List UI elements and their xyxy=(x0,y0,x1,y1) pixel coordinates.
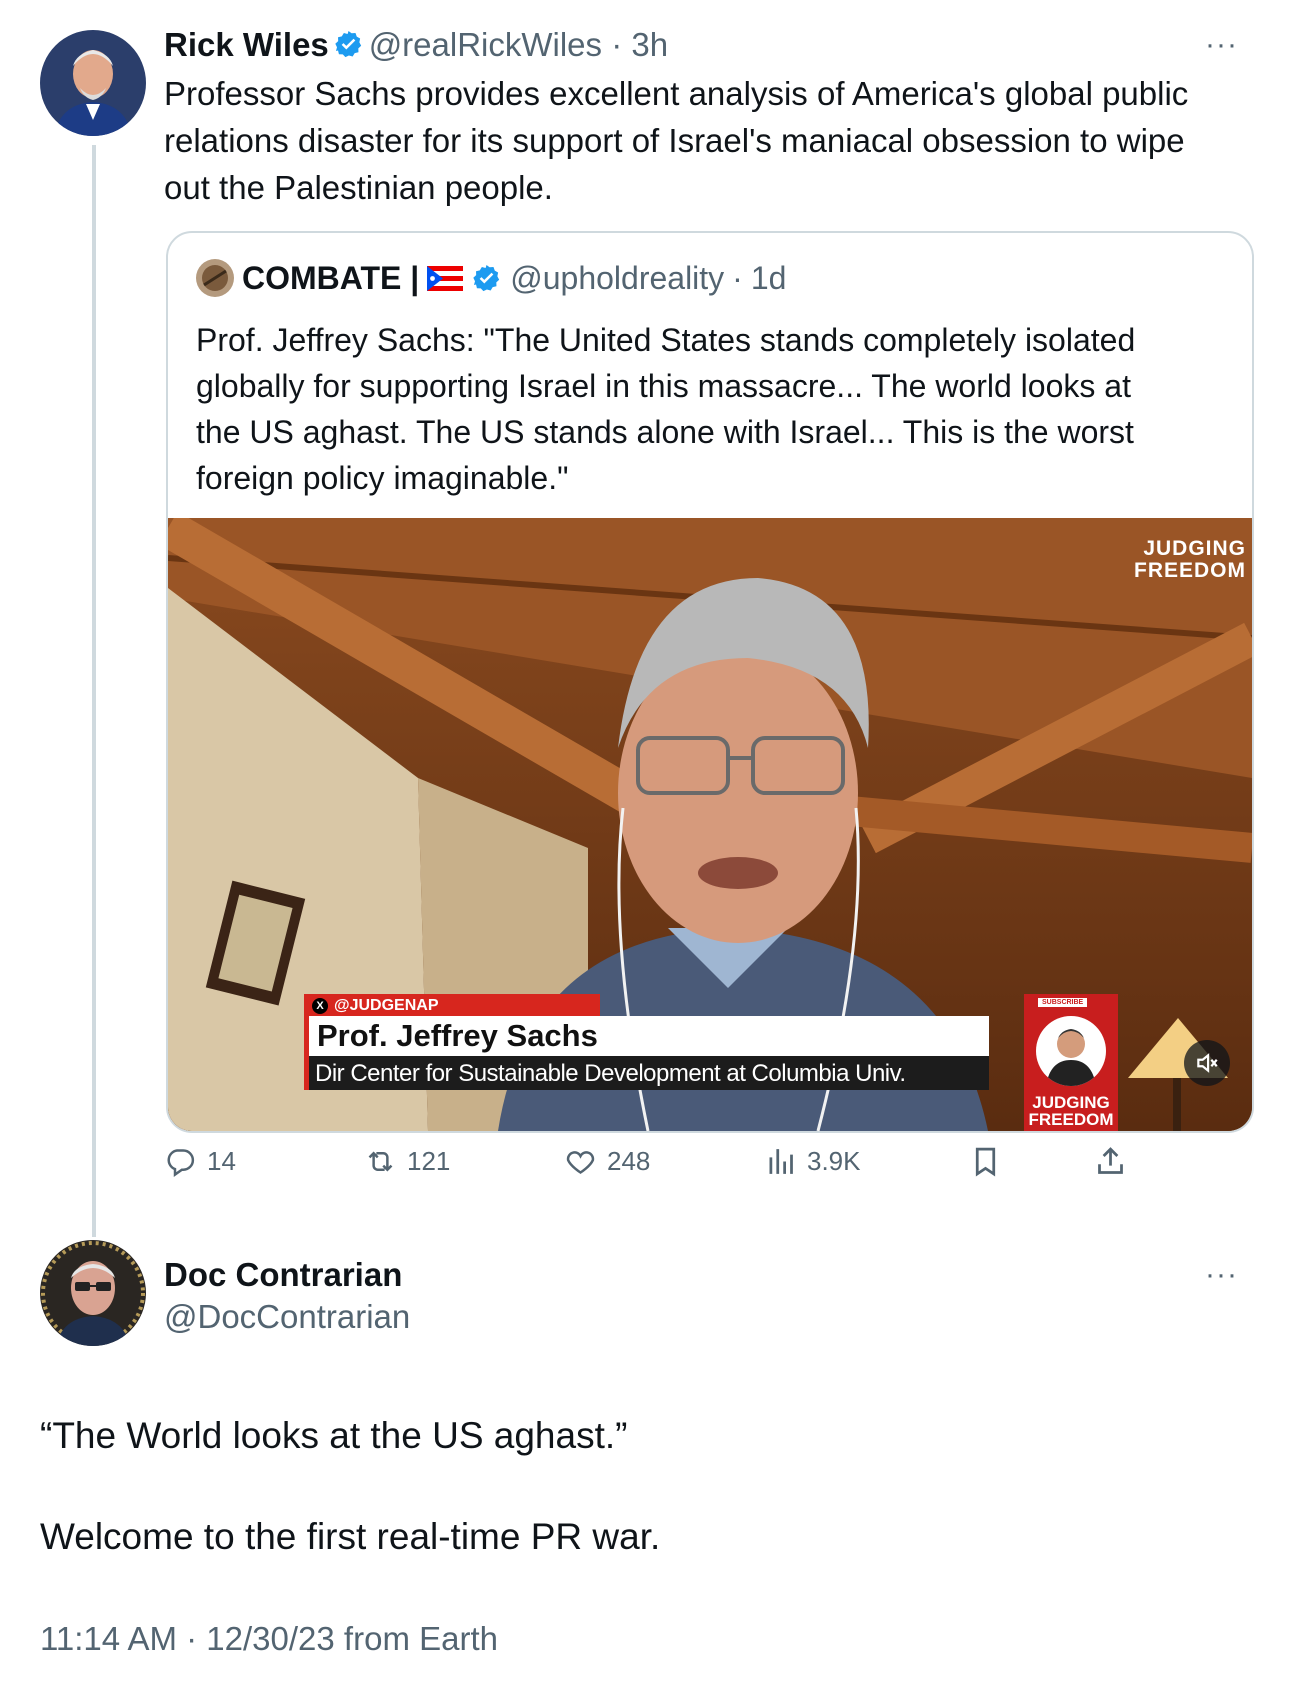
verified-badge-icon xyxy=(471,263,502,294)
badge-line: FREEDOM xyxy=(1028,1110,1114,1129)
repost-arrows-icon xyxy=(368,1151,393,1172)
share-button[interactable] xyxy=(1094,1145,1127,1178)
reply-author-name[interactable]: Doc Contrarian xyxy=(164,1256,402,1294)
views-button[interactable]: 3.9K xyxy=(764,1145,861,1178)
reply-author-handle[interactable]: @DocContrarian xyxy=(164,1298,410,1336)
quote-header: COMBATE | @upholdreality · 1d xyxy=(196,259,786,297)
verified-badge-icon xyxy=(333,29,364,60)
reply-paragraph: Welcome to the first real-time PR war. xyxy=(40,1516,661,1557)
quote-text-line: Prof. Jeffrey Sachs: "The United States … xyxy=(196,322,1136,358)
watermark-line: JUDGING xyxy=(1143,537,1246,560)
reply-count: 14 xyxy=(207,1146,236,1176)
video-player[interactable]: JUDGING FREEDOM X @JUDGENAP Prof. Jeffre… xyxy=(168,518,1252,1131)
separator-dot: · xyxy=(602,26,632,63)
post-text-line: Professor Sachs provides excellent analy… xyxy=(164,75,1189,112)
rick-wiles-avatar[interactable] xyxy=(40,30,146,136)
bar-chart-icon xyxy=(769,1149,793,1174)
post-header: Rick Wiles @realRickWiles · 3h xyxy=(164,26,668,64)
lower-third-name-bar: Prof. Jeffrey Sachs xyxy=(304,1016,989,1056)
subscribe-label: SUBSCRIBE xyxy=(1038,998,1088,1007)
lower-third-tag: X @JUDGENAP xyxy=(304,994,600,1018)
quoted-post-card[interactable]: COMBATE | @upholdreality · 1d Prof. Jeffre… xyxy=(166,231,1254,1133)
quote-text-line: the US aghast. The US stands alone with … xyxy=(196,414,1134,450)
watermark-logo: JUDGING FREEDOM xyxy=(1134,538,1246,582)
host-avatar xyxy=(1036,1016,1106,1086)
author-handle[interactable]: @realRickWiles xyxy=(369,26,602,63)
more-options-icon[interactable]: ··· xyxy=(1205,1258,1238,1292)
watermark-line: FREEDOM xyxy=(1134,559,1246,582)
lower-third-tag-text: @JUDGENAP xyxy=(334,997,439,1014)
combate-avatar[interactable] xyxy=(196,259,234,297)
doc-contrarian-avatar[interactable] xyxy=(40,1240,146,1346)
author-name[interactable]: Rick Wiles xyxy=(164,26,329,63)
speaker-muted-icon[interactable] xyxy=(1184,1040,1230,1086)
heart-icon xyxy=(566,1151,595,1174)
lower-third-title: Dir Center for Sustainable Development a… xyxy=(315,1060,906,1087)
reply-timestamp[interactable]: 11:14 AM · 12/30/23 from Earth xyxy=(40,1620,498,1658)
quote-text-line: globally for supporting Israel in this m… xyxy=(196,368,1131,404)
thread-connector-line xyxy=(92,145,96,1237)
lower-third-title-bar: Dir Center for Sustainable Development a… xyxy=(304,1056,989,1090)
quote-time[interactable]: 1d xyxy=(751,260,787,297)
quote-text: Prof. Jeffrey Sachs: "The United States … xyxy=(196,317,1236,501)
bookmark-icon xyxy=(975,1147,996,1177)
share-upload-icon xyxy=(1098,1147,1123,1174)
like-count: 248 xyxy=(607,1146,651,1176)
show-badge: SUBSCRIBE JUDGING FREEDOM xyxy=(1024,994,1118,1131)
badge-text: JUDGING FREEDOM xyxy=(1024,1094,1118,1128)
separator-dot: · xyxy=(732,259,743,296)
quote-text-line: foreign policy imaginable." xyxy=(196,460,569,496)
post-text-line: relations disaster for its support of Is… xyxy=(164,122,1185,159)
views-count: 3.9K xyxy=(807,1146,861,1176)
post-actions-bar: 14 121 248 3.9K xyxy=(164,1145,1144,1195)
repost-button[interactable]: 121 xyxy=(364,1145,450,1178)
post-text-line: out the Palestinian people. xyxy=(164,169,553,206)
quote-author-name[interactable]: COMBATE | xyxy=(242,260,419,297)
badge-line: JUDGING xyxy=(1032,1093,1110,1112)
lower-third-name: Prof. Jeffrey Sachs xyxy=(317,1018,598,1053)
repost-count: 121 xyxy=(407,1146,451,1176)
quote-author-handle[interactable]: @upholdreality xyxy=(510,260,724,297)
puerto-rico-flag-icon xyxy=(427,265,464,291)
speech-bubble-icon xyxy=(167,1149,195,1177)
bookmark-button[interactable] xyxy=(969,1145,1002,1178)
more-options-icon[interactable]: ··· xyxy=(1205,28,1238,62)
post-text: Professor Sachs provides excellent analy… xyxy=(164,70,1264,211)
reply-button[interactable]: 14 xyxy=(164,1145,236,1178)
reply-paragraph: “The World looks at the US aghast.” xyxy=(40,1415,628,1456)
post-time[interactable]: 3h xyxy=(631,26,668,63)
x-logo-icon: X xyxy=(312,998,328,1014)
like-button[interactable]: 248 xyxy=(564,1145,650,1178)
